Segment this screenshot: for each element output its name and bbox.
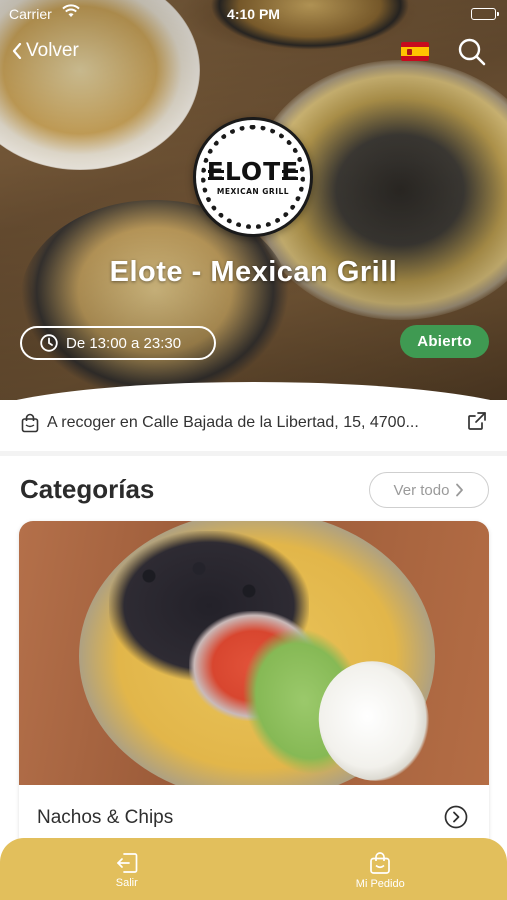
categories-title: Categorías	[20, 474, 155, 504]
restaurant-logo: ELOTE MEXICAN GRILL	[193, 117, 313, 237]
chevron-left-icon	[12, 43, 22, 59]
see-all-label: Ver todo	[393, 481, 450, 499]
opening-hours: De 13:00 a 23:30	[20, 326, 216, 360]
clock-icon	[40, 334, 58, 352]
pickup-address-text: A recoger en Calle Bajada de la Libertad…	[47, 414, 419, 431]
see-all-button[interactable]: Ver todo	[369, 472, 489, 508]
category-card-nachos[interactable]: Nachos & Chips	[19, 521, 489, 851]
open-status-badge: Abierto	[400, 325, 489, 358]
tab-my-order-label: Mi Pedido	[355, 877, 405, 890]
status-bar: Carrier 4:10 PM	[0, 0, 507, 28]
restaurant-hero: Carrier 4:10 PM Volver ELOTE MEXICAN GRI…	[0, 0, 507, 400]
category-image	[19, 521, 489, 785]
exit-icon	[116, 852, 138, 873]
hours-text: De 13:00 a 23:30	[66, 334, 182, 352]
logo-subtext: MEXICAN GRILL	[216, 186, 290, 196]
restaurant-name: Elote - Mexican Grill	[109, 256, 398, 288]
back-button[interactable]: Volver	[12, 40, 79, 62]
shopping-bag-icon	[21, 413, 39, 433]
pickup-address-row[interactable]: A recoger en Calle Bajada de la Libertad…	[0, 400, 507, 446]
tab-exit-label: Salir	[115, 876, 138, 889]
chevron-circle-right-icon[interactable]	[444, 805, 468, 829]
logo-text: ELOTE	[206, 156, 300, 186]
battery-icon	[471, 8, 499, 20]
tab-my-order[interactable]: Mi Pedido	[254, 838, 507, 900]
bottom-tab-bar: Salir Mi Pedido	[0, 838, 507, 900]
search-icon[interactable]	[457, 37, 487, 72]
spain-flag-icon[interactable]	[401, 42, 429, 61]
external-link-icon[interactable]	[467, 411, 487, 431]
tab-exit[interactable]: Salir	[0, 838, 254, 900]
chevron-right-icon	[456, 483, 464, 497]
section-divider	[0, 451, 507, 456]
back-label: Volver	[26, 40, 79, 61]
category-name: Nachos & Chips	[37, 807, 174, 828]
clock-time: 4:10 PM	[227, 6, 280, 22]
shopping-bag-icon	[370, 851, 391, 874]
